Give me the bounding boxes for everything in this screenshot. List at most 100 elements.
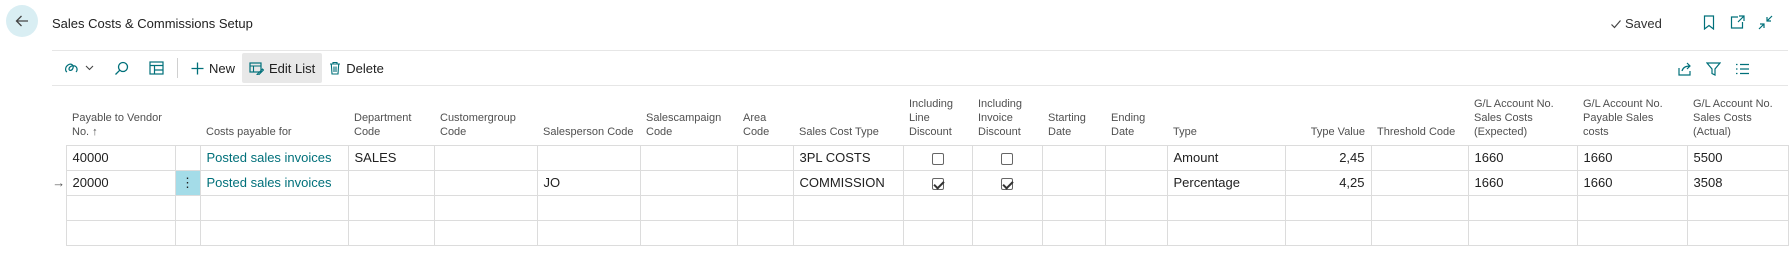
empty-cell[interactable] [1686,194,1789,221]
cell-ending-date[interactable] [1104,144,1168,171]
empty-cell[interactable] [1284,194,1372,221]
empty-cell[interactable] [902,219,973,246]
empty-cell[interactable] [1166,219,1286,246]
cell-including-line-discount[interactable] [902,169,973,196]
empty-cell[interactable] [347,219,435,246]
header-ending-date[interactable]: Ending Date [1105,86,1167,145]
header-payable-to-vendor-no[interactable]: Payable to Vendor No. ↑ [66,86,175,145]
filter-button[interactable] [1704,60,1722,78]
empty-cell[interactable] [736,194,794,221]
cell-ending-date[interactable] [1104,169,1168,196]
checkbox-including-line-discount[interactable] [931,152,944,165]
cell-vendor-no[interactable]: 40000 [65,144,176,171]
empty-cell[interactable] [1041,219,1106,246]
collapse-button[interactable] [1756,13,1774,31]
header-type-value[interactable]: Type Value [1285,86,1371,145]
cell-area-code[interactable] [736,169,794,196]
empty-cell[interactable] [1104,194,1168,221]
edit-list-button[interactable]: Edit List [242,53,323,83]
cell-threshold-code[interactable] [1370,169,1469,196]
empty-cell[interactable] [1166,194,1286,221]
back-button[interactable] [6,5,38,37]
header-department-code[interactable]: Department Code [348,86,434,145]
header-salescampaign-code[interactable]: Salescampaign Code [640,86,737,145]
empty-cell[interactable] [174,219,201,246]
empty-cell[interactable] [1370,194,1469,221]
header-costs-payable-for[interactable]: Costs payable for [200,86,348,145]
cell-customergroup-code[interactable] [433,144,538,171]
open-new-window-button[interactable] [1728,13,1746,31]
cell-costs-payable-for[interactable]: Posted sales invoices [199,144,349,171]
cell-gl-actual[interactable]: 3508 [1686,169,1789,196]
empty-cell[interactable] [792,194,904,221]
empty-cell[interactable] [174,194,201,221]
empty-cell[interactable] [1576,194,1688,221]
share-button[interactable] [1675,60,1693,78]
empty-cell[interactable] [1284,219,1372,246]
cell-vendor-no[interactable]: 20000 [65,169,176,196]
cell-type[interactable]: Percentage [1166,169,1286,196]
cell-type[interactable]: Amount [1166,144,1286,171]
empty-cell[interactable] [65,219,176,246]
cell-salesperson-code[interactable] [536,144,641,171]
header-customergroup-code[interactable]: Customergroup Code [434,86,537,145]
cell-salescampaign-code[interactable] [639,169,738,196]
cell-gl-actual[interactable]: 5500 [1686,144,1789,171]
header-type[interactable]: Type [1167,86,1285,145]
cell-costs-payable-for[interactable]: Posted sales invoices [199,169,349,196]
cell-gl-payable[interactable]: 1660 [1576,144,1688,171]
table-row[interactable]: → 20000 ⋮ Posted sales invoices JO COMMI… [52,169,1789,196]
header-starting-date[interactable]: Starting Date [1042,86,1105,145]
copilot-menu-button[interactable] [57,53,101,83]
empty-row[interactable] [52,219,1789,246]
empty-cell[interactable] [971,194,1043,221]
header-including-line-discount[interactable]: Including Line Discount [903,86,972,145]
empty-cell[interactable] [1576,219,1688,246]
header-salesperson-code[interactable]: Salesperson Code [537,86,640,145]
header-sales-cost-type[interactable]: Sales Cost Type [793,86,903,145]
header-gl-payable-sales-costs[interactable]: G/L Account No. Payable Sales costs [1577,86,1687,145]
empty-cell[interactable] [433,194,538,221]
cell-gl-expected[interactable]: 1660 [1467,169,1578,196]
empty-cell[interactable] [639,219,738,246]
header-area-code[interactable]: Area Code [737,86,793,145]
empty-cell[interactable] [1467,219,1578,246]
empty-cell[interactable] [199,194,349,221]
header-including-invoice-discount[interactable]: Including Invoice Discount [972,86,1042,145]
empty-cell[interactable] [639,194,738,221]
checkbox-including-line-discount[interactable] [931,177,944,190]
empty-cell[interactable] [971,219,1043,246]
cell-department-code[interactable]: SALES [347,144,435,171]
cell-starting-date[interactable] [1041,169,1106,196]
checkbox-including-invoice-discount[interactable] [1001,177,1013,190]
cell-sales-cost-type[interactable]: 3PL COSTS [792,144,904,171]
cell-including-invoice-discount[interactable] [971,144,1043,171]
table-row[interactable]: 40000 Posted sales invoices SALES 3PL CO… [52,144,1789,171]
cell-gl-payable[interactable]: 1660 [1576,169,1688,196]
list-settings-button[interactable] [1733,60,1751,78]
show-as-grid-button[interactable] [142,53,171,83]
cell-salesperson-code[interactable]: JO [536,169,641,196]
cell-row-menu[interactable] [174,144,201,171]
empty-cell[interactable] [792,219,904,246]
empty-cell[interactable] [433,219,538,246]
cell-including-line-discount[interactable] [902,144,973,171]
empty-cell[interactable] [536,194,641,221]
empty-cell[interactable] [199,219,349,246]
empty-cell[interactable] [347,194,435,221]
empty-cell[interactable] [536,219,641,246]
cell-customergroup-code[interactable] [433,169,538,196]
checkbox-including-invoice-discount[interactable] [1001,152,1013,165]
cell-type-value[interactable]: 4,25 [1284,169,1372,196]
empty-cell[interactable] [65,194,176,221]
empty-cell[interactable] [1370,219,1469,246]
cell-starting-date[interactable] [1041,144,1106,171]
cell-sales-cost-type[interactable]: COMMISSION [792,169,904,196]
empty-cell[interactable] [736,219,794,246]
delete-button[interactable]: Delete [322,53,391,83]
empty-cell[interactable] [1041,194,1106,221]
empty-cell[interactable] [1686,219,1789,246]
empty-cell[interactable] [1467,194,1578,221]
empty-cell[interactable] [1104,219,1168,246]
new-button[interactable]: New [184,53,242,83]
